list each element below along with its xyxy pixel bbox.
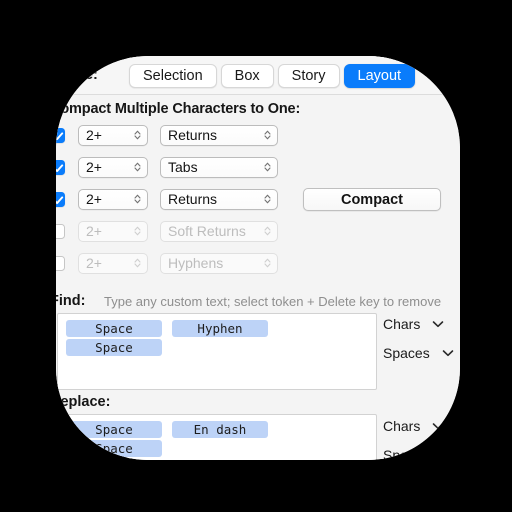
- stepper-arrows-icon: [134, 258, 141, 268]
- stepper-arrows-icon: [264, 162, 271, 172]
- stepper-arrows-icon: [134, 162, 141, 172]
- find-hint: Type any custom text; select token + Del…: [104, 294, 442, 309]
- find-chars-label: Chars: [383, 316, 421, 332]
- segment-box[interactable]: Box: [220, 64, 274, 88]
- compact-button[interactable]: Compact: [303, 188, 441, 211]
- compact-kind-popup: Soft Returns: [160, 220, 278, 242]
- token[interactable]: Space: [66, 421, 162, 438]
- compact-count-stepper: 2+: [78, 220, 148, 242]
- chevron-down-icon: [442, 350, 454, 357]
- checkmark-icon: [56, 195, 64, 204]
- compact-kind-value: Tabs: [168, 159, 198, 175]
- compact-count-value: 2+: [86, 255, 102, 271]
- compact-rows-list: 2+ Returns 2+ Tabs 2+ Returns 2+ Soft Re…: [56, 124, 278, 284]
- compact-kind-value: Soft Returns: [168, 223, 246, 239]
- compact-kind-value: Returns: [168, 191, 218, 207]
- segment-layout[interactable]: Layout: [343, 64, 416, 88]
- chevron-down-icon: [433, 423, 444, 430]
- stepper-arrows-icon: [134, 194, 141, 204]
- chevron-down-icon: [433, 321, 444, 328]
- replace-token-field[interactable]: Space En dash Space: [57, 414, 377, 460]
- compact-row: 2+ Hyphens: [56, 252, 278, 274]
- compact-kind-popup[interactable]: Returns: [160, 188, 278, 210]
- compact-row-checkbox[interactable]: [56, 223, 65, 239]
- token[interactable]: Hyphen: [172, 320, 268, 337]
- token[interactable]: En dash: [172, 421, 268, 438]
- stepper-arrows-icon: [264, 258, 271, 268]
- compact-count-stepper[interactable]: 2+: [78, 124, 148, 146]
- compact-count-value: 2+: [86, 127, 102, 143]
- compact-count-value: 2+: [86, 159, 102, 175]
- compact-row-checkbox[interactable]: [56, 255, 65, 271]
- stepper-arrows-icon: [264, 130, 271, 140]
- stepper-arrows-icon: [134, 226, 141, 236]
- scope-label: Scope:: [56, 67, 98, 83]
- segment-selection[interactable]: Selection: [129, 64, 217, 88]
- token-row: Space Hyphen: [66, 320, 368, 337]
- compact-kind-popup[interactable]: Tabs: [160, 156, 278, 178]
- compact-kind-popup[interactable]: Returns: [160, 124, 278, 146]
- compact-row-checkbox[interactable]: [56, 159, 65, 175]
- compact-count-value: 2+: [86, 223, 102, 239]
- find-token-field[interactable]: Space Hyphen Space: [57, 313, 377, 390]
- compact-kind-value: Returns: [168, 127, 218, 143]
- find-spaces-label: Spaces: [383, 345, 430, 361]
- settings-panel: Scope: Selection Box Story Layout Compac…: [56, 56, 460, 460]
- scope-segmented-control[interactable]: Selection Box Story Layout: [129, 64, 416, 88]
- chevron-down-icon: [442, 452, 454, 459]
- stepper-arrows-icon: [264, 226, 271, 236]
- compact-row: 2+ Soft Returns: [56, 220, 278, 242]
- token-row: Space: [66, 339, 368, 356]
- find-spaces-popup[interactable]: Spaces: [383, 345, 454, 361]
- compact-count-stepper[interactable]: 2+: [78, 188, 148, 210]
- token[interactable]: Space: [66, 339, 162, 356]
- stepper-arrows-icon: [264, 194, 271, 204]
- checkmark-icon: [56, 131, 64, 140]
- token-row: Space En dash: [66, 421, 368, 438]
- find-chars-popup[interactable]: Chars: [383, 316, 444, 332]
- compact-kind-value: Hyphens: [168, 255, 224, 271]
- token[interactable]: Space: [66, 440, 162, 457]
- stepper-arrows-icon: [134, 130, 141, 140]
- compact-kind-popup: Hyphens: [160, 252, 278, 274]
- token[interactable]: Space: [66, 320, 162, 337]
- compact-row-checkbox[interactable]: [56, 127, 65, 143]
- replace-chars-popup[interactable]: Chars: [383, 418, 444, 434]
- compact-row-checkbox[interactable]: [56, 191, 65, 207]
- replace-spaces-label: Spaces: [383, 447, 430, 460]
- section-title: Compact Multiple Characters to One:: [56, 101, 301, 117]
- compact-count-stepper: 2+: [78, 252, 148, 274]
- checkmark-icon: [56, 163, 64, 172]
- replace-spaces-popup[interactable]: Spaces: [383, 447, 454, 460]
- token-row: Space: [66, 440, 368, 457]
- compact-count-value: 2+: [86, 191, 102, 207]
- replace-chars-label: Chars: [383, 418, 421, 434]
- find-label: Find:: [56, 293, 86, 309]
- screenshot-root: Scope: Selection Box Story Layout Compac…: [0, 0, 512, 512]
- compact-row: 2+ Returns: [56, 124, 278, 146]
- compact-row: 2+ Returns: [56, 188, 278, 210]
- compact-count-stepper[interactable]: 2+: [78, 156, 148, 178]
- compact-row: 2+ Tabs: [56, 156, 278, 178]
- segment-story[interactable]: Story: [277, 64, 340, 88]
- replace-label: Replace:: [56, 394, 111, 410]
- rounded-mask: Scope: Selection Box Story Layout Compac…: [56, 56, 460, 460]
